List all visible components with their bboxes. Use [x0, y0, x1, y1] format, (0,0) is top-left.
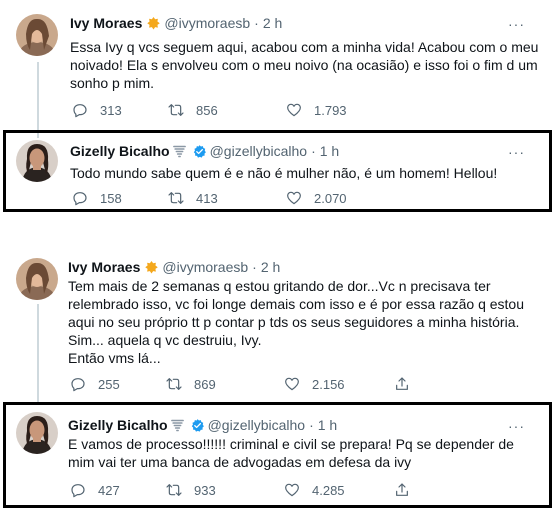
tweet-header: Gizelly Bicalho @gizellybicalho · 1 h [68, 416, 337, 434]
separator-dot: · [311, 143, 316, 159]
tweet-gizelly-1[interactable]: Gizelly Bicalho @gizellybicalho · 1 h ··… [0, 130, 556, 212]
share-button[interactable] [394, 482, 410, 498]
timestamp[interactable]: 1 h [320, 142, 339, 160]
author-name[interactable]: Ivy Moraes [68, 258, 140, 276]
more-options-icon[interactable]: ··· [508, 17, 525, 31]
reply-icon [71, 378, 85, 392]
tweet-ivy-2[interactable]: Ivy Moraes @ivymoraesb · 2 h Tem mais de… [0, 246, 556, 400]
retweet-button[interactable]: 856 [168, 102, 286, 118]
share-icon [396, 377, 408, 390]
tweet-actions: 427 933 4.285 [70, 482, 410, 498]
reply-button[interactable]: 427 [70, 482, 166, 498]
star-badge-icon [146, 16, 161, 31]
tweet-actions: 313 856 1.793 [72, 102, 410, 118]
avatar[interactable] [16, 412, 58, 454]
like-button[interactable]: 1.793 [286, 102, 410, 118]
separator-dot: · [252, 259, 257, 275]
like-button[interactable]: 2.156 [284, 376, 394, 392]
tweet-ivy-1[interactable]: Ivy Moraes @ivymoraesb · 2 h ··· Essa Iv… [0, 0, 556, 130]
author-name[interactable]: Gizelly Bicalho [70, 142, 170, 160]
retweet-count: 869 [194, 376, 216, 392]
reply-icon [73, 104, 87, 118]
avatar[interactable] [16, 258, 58, 300]
author-handle[interactable]: @ivymoraesb [164, 14, 250, 32]
star-badge-icon [144, 260, 159, 275]
author-handle[interactable]: @ivymoraesb [162, 258, 248, 276]
like-count: 2.156 [312, 376, 345, 392]
share-button[interactable] [394, 376, 410, 392]
separator-dot: · [254, 15, 259, 31]
tweet-text: Todo mundo sabe quem é e não é mulher nã… [70, 165, 498, 181]
avatar[interactable] [16, 14, 58, 56]
like-count: 1.793 [314, 102, 347, 118]
heart-icon [287, 191, 301, 205]
timestamp[interactable]: 2 h [263, 14, 282, 32]
reply-button[interactable]: 313 [72, 102, 168, 118]
tornado-emoji-icon [172, 144, 187, 159]
share-icon [396, 483, 408, 496]
avatar[interactable] [16, 140, 58, 182]
verified-badge-icon [192, 144, 207, 159]
reply-icon [71, 484, 85, 498]
retweet-button[interactable]: 413 [168, 190, 286, 206]
tornado-emoji-icon [170, 418, 185, 433]
more-options-icon[interactable]: ··· [508, 419, 525, 433]
retweet-button[interactable]: 869 [166, 376, 284, 392]
retweet-count: 413 [196, 190, 218, 206]
tweet-header: Ivy Moraes @ivymoraesb · 2 h [68, 258, 280, 276]
separator-dot: · [309, 417, 314, 433]
tweet-actions: 255 869 2.156 [70, 376, 410, 392]
retweet-icon [166, 484, 182, 496]
author-name[interactable]: Ivy Moraes [70, 14, 142, 32]
reply-button[interactable]: 158 [72, 190, 168, 206]
more-options-icon[interactable]: ··· [508, 145, 525, 159]
reply-count: 158 [100, 190, 122, 206]
author-name[interactable]: Gizelly Bicalho [68, 416, 168, 434]
verified-badge-icon [190, 418, 205, 433]
like-count: 4.285 [312, 482, 345, 498]
author-handle[interactable]: @gizellybicalho [208, 416, 305, 434]
timestamp[interactable]: 2 h [261, 258, 280, 276]
retweet-count: 933 [194, 482, 216, 498]
retweet-button[interactable]: 933 [166, 482, 284, 498]
heart-icon [287, 103, 301, 117]
tweet-gizelly-2[interactable]: Gizelly Bicalho @gizellybicalho · 1 h ··… [0, 402, 556, 508]
tweet-text: E vamos de processo!!!!!! criminal e civ… [68, 436, 514, 470]
reply-count: 427 [98, 482, 120, 498]
tweet-header: Ivy Moraes @ivymoraesb · 2 h [70, 14, 282, 32]
heart-icon [285, 483, 299, 497]
like-count: 2.070 [314, 190, 347, 206]
tweet-header: Gizelly Bicalho @gizellybicalho · 1 h [70, 142, 339, 160]
retweet-count: 856 [196, 102, 218, 118]
timestamp[interactable]: 1 h [318, 416, 337, 434]
reply-count: 255 [98, 376, 120, 392]
reply-count: 313 [100, 102, 122, 118]
tweet-text: Essa Ivy q vcs seguem aqui, acabou com a… [70, 39, 539, 91]
heart-icon [285, 377, 299, 391]
retweet-icon [168, 104, 184, 116]
like-button[interactable]: 2.070 [286, 190, 410, 206]
reply-button[interactable]: 255 [70, 376, 166, 392]
retweet-icon [168, 192, 184, 204]
retweet-icon [166, 378, 182, 390]
tweet-actions: 158 413 2.070 [72, 190, 410, 206]
author-handle[interactable]: @gizellybicalho [210, 142, 307, 160]
like-button[interactable]: 4.285 [284, 482, 394, 498]
tweet-text: Tem mais de 2 semanas q estou gritando d… [68, 278, 525, 366]
reply-icon [73, 192, 87, 206]
